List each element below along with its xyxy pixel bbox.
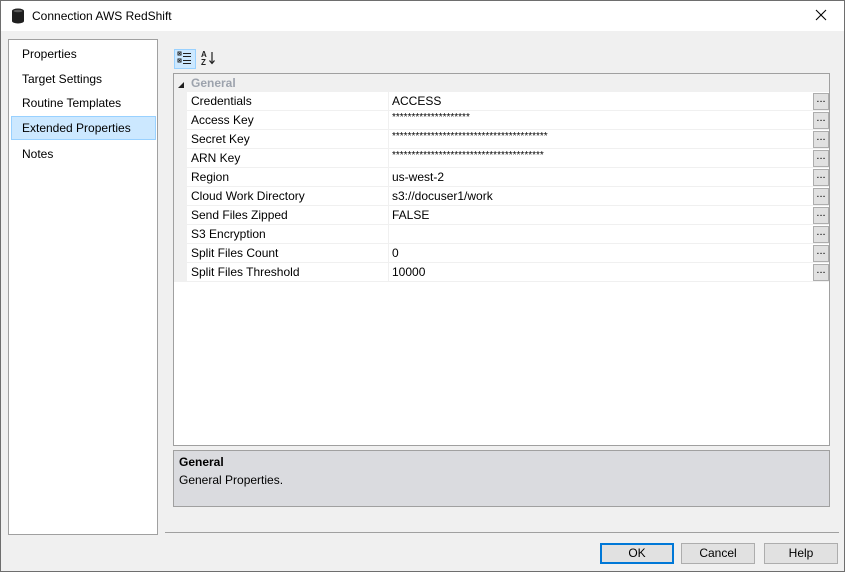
categorized-view-button[interactable] [174,49,196,69]
property-row[interactable]: Cloud Work Directory s3://docuser1/work..… [187,187,829,206]
property-name: Access Key [191,113,254,127]
column-divider [388,244,389,263]
ellipsis-button[interactable]: ... [813,169,829,186]
property-name: Secret Key [191,132,250,146]
property-row[interactable]: Send Files Zipped FALSE... [187,206,829,225]
property-row[interactable]: Split Files Count 0... [187,244,829,263]
property-value[interactable]: **************************************** [392,131,548,142]
property-row[interactable]: ARN Key *********************************… [187,149,829,168]
title-bar: Connection AWS RedShift [1,1,844,31]
property-name: Credentials [191,94,252,108]
property-value[interactable]: ACCESS [392,94,441,108]
column-divider [388,225,389,244]
category-row-general[interactable]: General [174,74,829,92]
property-row[interactable]: Secret Key ******************************… [187,130,829,149]
property-value[interactable]: 0 [392,246,399,260]
property-row[interactable]: Region us-west-2... [187,168,829,187]
database-icon [11,8,25,24]
column-divider [388,149,389,168]
ellipsis-button[interactable]: ... [813,264,829,281]
category-label: General [191,76,236,90]
window-title: Connection AWS RedShift [32,9,172,23]
description-panel: General General Properties. [173,450,830,507]
ellipsis-button[interactable]: ... [813,93,829,110]
cancel-button[interactable]: Cancel [681,543,755,564]
footer-divider [165,532,839,533]
property-value[interactable]: 10000 [392,265,425,279]
property-row[interactable]: Credentials ACCESS... [187,92,829,111]
property-row[interactable]: S3 Encryption... [187,225,829,244]
property-name: S3 Encryption [191,227,266,241]
ellipsis-button[interactable]: ... [813,112,829,129]
dialog-window: Connection AWS RedShift Properties Targe… [0,0,845,572]
property-grid: General Credentials ACCESS... Access Key **… [173,73,830,446]
property-value[interactable]: us-west-2 [392,170,444,184]
ellipsis-button[interactable]: ... [813,150,829,167]
nav-item-target-settings[interactable]: Target Settings [11,67,156,91]
collapse-triangle-icon[interactable] [177,78,185,88]
property-name: Region [191,170,230,184]
svg-text:Z: Z [201,58,206,66]
property-name: ARN Key [191,151,241,165]
property-name: Split Files Threshold [191,265,300,279]
property-value[interactable]: s3://docuser1/work [392,189,493,203]
property-row[interactable]: Split Files Threshold 10000... [187,263,829,282]
nav-item-routine-templates[interactable]: Routine Templates [11,91,156,115]
column-divider [388,206,389,225]
nav-item-notes[interactable]: Notes [11,142,156,166]
nav-item-extended-properties[interactable]: Extended Properties [11,116,156,140]
property-name: Split Files Count [191,246,279,260]
ellipsis-button[interactable]: ... [813,207,829,224]
ellipsis-button[interactable]: ... [813,245,829,262]
description-title: General [179,455,224,469]
property-row[interactable]: Access Key ********************... [187,111,829,130]
help-button[interactable]: Help [764,543,838,564]
column-divider [388,168,389,187]
column-divider [388,92,389,111]
property-value[interactable]: FALSE [392,208,429,222]
close-icon [815,9,827,24]
property-name: Send Files Zipped [191,208,288,222]
property-value[interactable]: *************************************** [392,150,544,161]
column-divider [388,187,389,206]
column-divider [388,111,389,130]
ellipsis-button[interactable]: ... [813,188,829,205]
alphabetical-sort-button[interactable]: A Z [197,49,219,69]
close-button[interactable] [798,1,844,31]
categorized-view-icon [177,51,193,68]
settings-nav: Properties Target Settings Routine Templ… [8,39,158,535]
grid-gutter [174,92,187,282]
description-text: General Properties. [179,473,284,487]
property-value[interactable]: ******************** [392,112,470,123]
nav-item-properties[interactable]: Properties [11,42,156,66]
column-divider [388,263,389,282]
property-name: Cloud Work Directory [191,189,305,203]
ellipsis-button[interactable]: ... [813,131,829,148]
sort-az-icon: A Z [200,50,216,69]
ok-button[interactable]: OK [600,543,674,564]
ellipsis-button[interactable]: ... [813,226,829,243]
column-divider [388,130,389,149]
